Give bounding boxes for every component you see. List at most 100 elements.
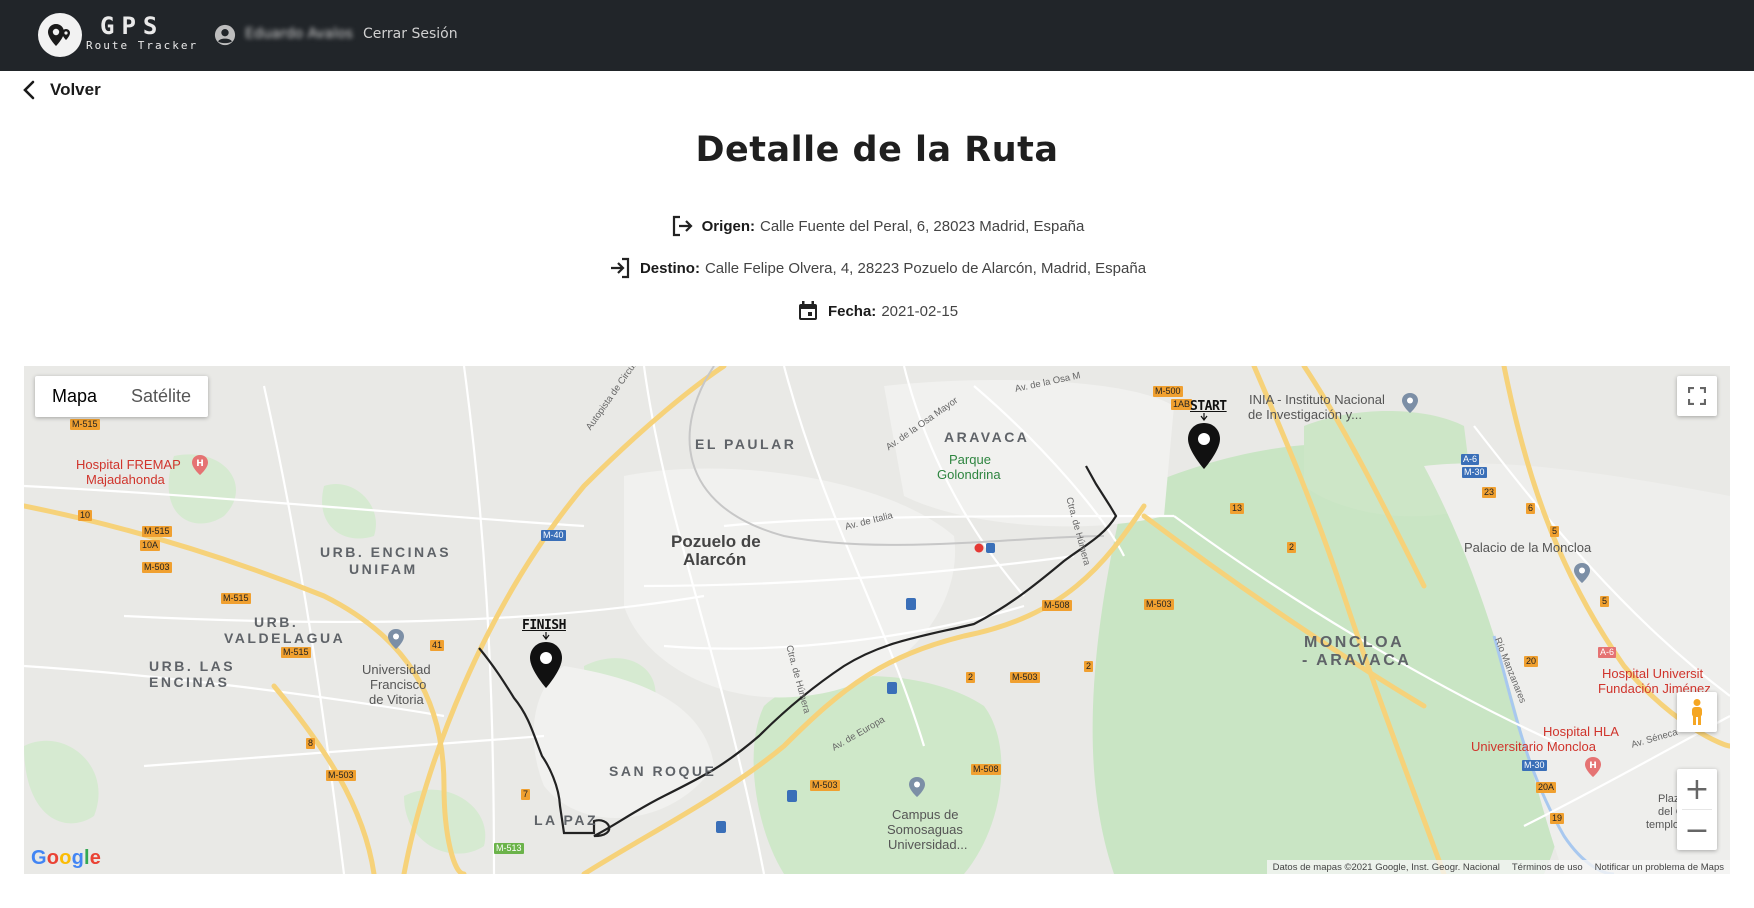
back-link[interactable]: Volver <box>22 80 101 100</box>
train-station-icon[interactable] <box>974 542 996 554</box>
label-hospital-fremap-2: Majadahonda <box>86 472 165 487</box>
chevron-left-icon <box>23 80 35 100</box>
hospital-hla-pin-icon[interactable]: H <box>1584 756 1602 778</box>
origin-value: Calle Fuente del Peral, 6, 28023 Madrid,… <box>759 217 1085 235</box>
street-view-button[interactable] <box>1677 692 1717 732</box>
label-la-paz: LA PAZ <box>534 812 598 828</box>
label-campus-2: Somosaguas <box>887 822 963 837</box>
label-encinas-1: URB. ENCINAS <box>320 544 452 560</box>
zoom-control: + − <box>1677 769 1717 850</box>
brand-title: GPS <box>100 12 165 40</box>
google-logo[interactable]: Google <box>31 847 101 870</box>
institute-pin-icon[interactable] <box>1401 392 1419 414</box>
shield-m515: M-515 <box>70 419 100 430</box>
top-navbar: GPS Route Tracker Eduardo Avalos Cerrar … <box>0 0 1754 71</box>
finish-marker-pin-icon[interactable] <box>528 641 564 689</box>
terms-link[interactable]: Términos de uso <box>1512 862 1583 873</box>
shield-exit: 1AB <box>1171 399 1193 410</box>
shield-m513: M-513 <box>494 843 524 854</box>
shield-a6: A-6 <box>1461 454 1480 465</box>
shield-exit: 2 <box>1287 542 1297 553</box>
user-name: Eduardo Avalos <box>245 26 353 42</box>
bus-stop-icon[interactable] <box>716 821 726 833</box>
campus-pin-icon[interactable] <box>908 776 926 798</box>
shield-exit: 19 <box>1550 813 1565 824</box>
label-templo: templo <box>1646 819 1680 831</box>
pegman-icon <box>1692 699 1702 725</box>
label-campus-1: Campus de <box>892 807 959 822</box>
shield-exit: 2 <box>1084 661 1094 672</box>
svg-text:H: H <box>196 459 204 469</box>
gps-logo-icon[interactable] <box>38 13 82 57</box>
calendar-icon <box>798 301 817 320</box>
label-palacio: Palacio de la Moncloa <box>1464 540 1592 555</box>
start-arrow-icon <box>1200 413 1208 421</box>
shield-exit: 5 <box>1550 526 1560 537</box>
shield-m515: M-515 <box>221 593 251 604</box>
shield-m503: M-503 <box>326 770 356 781</box>
shield-exit: 10A <box>140 540 161 551</box>
shield-m503: M-503 <box>1144 599 1174 610</box>
shield-m40: M-40 <box>541 530 566 541</box>
label-hospital-fremap-1: Hospital FREMAP <box>76 457 181 472</box>
label-valdelagua-2: VALDELAGUA <box>224 630 346 646</box>
label-parque-2: Golondrina <box>937 467 1001 482</box>
label-moncloa-2: - ARAVACA <box>1302 652 1412 669</box>
route-map[interactable]: EL PAULAR ARAVACA Pozuelo de Alarcón URB… <box>24 366 1730 874</box>
shield-m30: M-30 <box>1522 760 1547 771</box>
date-row: Fecha: 2021-02-15 <box>0 299 1754 323</box>
label-inia-2: de Investigación y... <box>1248 407 1362 422</box>
shield-m503: M-503 <box>810 780 840 791</box>
shield-m503: M-503 <box>142 562 172 573</box>
map-attribution: Datos de mapas ©2021 Google, Inst. Geogr… <box>1266 860 1730 874</box>
label-las-encinas-1: URB. LAS <box>149 658 236 674</box>
label-encinas-2: UNIFAM <box>349 561 418 577</box>
shield-m515: M-515 <box>281 647 311 658</box>
login-arrow-icon <box>610 257 630 279</box>
shield-exit: 23 <box>1482 487 1497 498</box>
shield-exit: 8 <box>306 738 316 749</box>
label-el-paular: EL PAULAR <box>695 436 797 452</box>
shield-m508: M-508 <box>971 764 1001 775</box>
destination-row: Destino: Calle Felipe Olvera, 4, 28223 P… <box>0 256 1754 280</box>
shield-exit: 6 <box>1526 503 1536 514</box>
shield-exit: 5 <box>1600 596 1610 607</box>
shield-exit: 20 <box>1524 656 1539 667</box>
report-problem-link[interactable]: Notificar un problema de Maps <box>1595 862 1724 873</box>
zoom-in-button[interactable]: + <box>1677 769 1717 809</box>
zoom-out-button[interactable]: − <box>1677 810 1717 850</box>
shield-exit: 20A <box>1536 782 1557 793</box>
label-hosp-univ-1: Hospital Universit <box>1602 666 1704 681</box>
university-pin-icon[interactable] <box>387 628 405 650</box>
shield-m500: M-500 <box>1153 386 1183 397</box>
label-univ-fv-2: Francisco <box>370 677 427 692</box>
map-type-map-button[interactable]: Mapa <box>35 376 114 417</box>
brand-text: GPS Route Tracker <box>86 14 198 53</box>
label-univ-fv-3: de Vitoria <box>369 692 424 707</box>
palace-pin-icon[interactable] <box>1573 562 1591 584</box>
shield-m508: M-508 <box>1042 600 1072 611</box>
hospital-pin-icon[interactable]: H <box>191 454 209 476</box>
origin-label: Origen: <box>701 217 755 235</box>
label-pozuelo-1: Pozuelo de <box>671 532 761 551</box>
shield-exit: 2 <box>966 672 976 683</box>
shield-m30: M-30 <box>1462 467 1487 478</box>
destination-label: Destino: <box>639 259 700 277</box>
label-inia-1: INIA - Instituto Nacional <box>1249 392 1385 407</box>
label-hosp-hla-2: Universitario Moncloa <box>1471 739 1596 754</box>
label-moncloa-1: MONCLOA <box>1304 634 1405 651</box>
bus-stop-icon[interactable] <box>906 598 916 610</box>
shield-exit: 10 <box>78 510 93 521</box>
bus-stop-icon[interactable] <box>887 682 897 694</box>
shield-a6: A-6 <box>1598 647 1617 658</box>
map-type-satellite-button[interactable]: Satélite <box>114 376 208 417</box>
origin-row: Origen: Calle Fuente del Peral, 6, 28023… <box>0 214 1754 238</box>
fullscreen-button[interactable] <box>1677 376 1717 416</box>
map-type-control: Mapa Satélite <box>35 376 209 417</box>
bus-stop-icon[interactable] <box>787 790 797 802</box>
user-avatar-icon <box>214 24 236 46</box>
start-marker-pin-icon[interactable] <box>1186 422 1222 470</box>
logout-link[interactable]: Cerrar Sesión <box>363 26 458 42</box>
start-marker-label: START <box>1190 399 1227 414</box>
label-parque-1: Parque <box>949 452 991 467</box>
